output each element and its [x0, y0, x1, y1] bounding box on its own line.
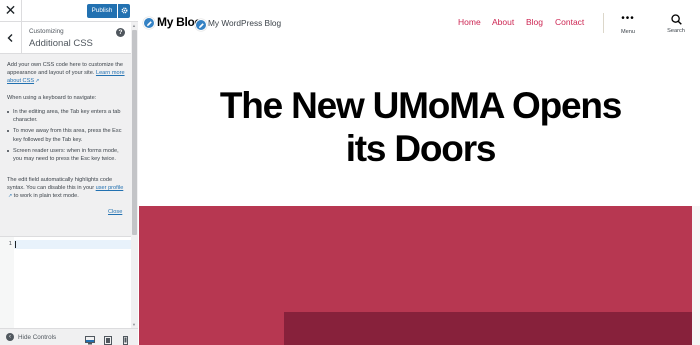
cover-inner-block	[284, 312, 692, 345]
hide-controls-icon[interactable]: ‹	[6, 333, 14, 341]
gear-icon	[121, 7, 127, 14]
search-label: Search	[667, 28, 685, 34]
nav-link-about[interactable]: About	[492, 17, 514, 27]
sidebar-scrollbar[interactable]: ▲ ▼	[131, 22, 138, 328]
post-title-line-1: The New UMoMA Opens	[219, 85, 623, 126]
syntax-highlight-note: The edit field automatically highlights …	[7, 176, 125, 201]
menu-toggle-button[interactable]: ••• Menu	[616, 13, 640, 36]
edit-tagline-button[interactable]	[195, 19, 207, 31]
scroll-up-arrow-icon[interactable]: ▲	[132, 23, 136, 28]
nav-link-blog[interactable]: Blog	[526, 17, 543, 27]
customizer-header: ✕ Publish	[0, 0, 138, 22]
back-button[interactable]	[0, 22, 22, 54]
desktop-preview-button[interactable]	[85, 332, 95, 345]
hide-controls-button[interactable]: Hide Controls	[18, 334, 56, 341]
text-cursor	[15, 241, 16, 248]
nav-divider	[603, 13, 604, 33]
search-icon	[670, 14, 682, 25]
close-icon[interactable]: ✕	[0, 0, 22, 22]
publish-button[interactable]: Publish	[87, 4, 117, 18]
customizer-footer: ‹ Hide Controls	[0, 328, 138, 345]
more-dots-icon: •••	[621, 13, 635, 24]
menu-label: Menu	[621, 29, 635, 35]
pencil-icon	[146, 21, 152, 26]
mobile-icon	[123, 336, 128, 345]
cover-image-block	[139, 206, 692, 345]
css-code-editor[interactable]: 1	[0, 236, 131, 329]
list-item: Screen reader users: when in forms mode,…	[7, 147, 125, 163]
scroll-down-arrow-icon[interactable]: ▼	[132, 322, 136, 327]
post-title-line-2: its Doors	[345, 128, 497, 169]
nav-link-home[interactable]: Home	[458, 17, 481, 27]
preview-edge	[692, 206, 700, 345]
section-title: Additional CSS	[29, 38, 93, 49]
site-preview: My Blog My WordPress Blog Home About Blo…	[139, 0, 700, 345]
site-tagline: My WordPress Blog	[208, 18, 282, 28]
external-link-icon: ↗	[35, 78, 40, 85]
css-description: Add your own CSS code here to customize …	[7, 61, 125, 86]
syntax-note-suffix: to work in plain text mode.	[13, 193, 79, 200]
external-link-icon: ↗	[8, 193, 13, 200]
user-profile-link[interactable]: user profile	[96, 185, 124, 191]
edit-site-title-button[interactable]	[143, 17, 155, 29]
close-help-link[interactable]: Close	[108, 209, 122, 215]
search-toggle-button[interactable]: Search	[665, 14, 687, 34]
line-number-gutter	[0, 237, 14, 329]
nav-link-contact[interactable]: Contact	[555, 17, 584, 27]
keyboard-nav-heading: When using a keyboard to navigate:	[7, 95, 97, 101]
customizing-label: Customizing	[29, 28, 64, 35]
keyboard-tips-list: In the editing area, the Tab key enters …	[7, 108, 125, 166]
chevron-left-icon	[7, 34, 13, 42]
desktop-icon	[85, 336, 95, 345]
section-header: Customizing Additional CSS ?	[0, 22, 131, 54]
active-line-highlight	[14, 240, 131, 249]
question-icon[interactable]: ?	[116, 28, 125, 37]
tablet-preview-button[interactable]	[104, 332, 114, 345]
mobile-preview-button[interactable]	[123, 332, 133, 345]
tablet-icon	[104, 336, 112, 345]
post-title[interactable]: The New UMoMA Opens its Doors	[169, 84, 672, 170]
publish-settings-button[interactable]	[118, 4, 130, 18]
list-item: In the editing area, the Tab key enters …	[7, 108, 125, 124]
pencil-icon	[198, 23, 204, 28]
line-number: 1	[8, 241, 12, 247]
scrollbar-thumb[interactable]	[132, 30, 137, 235]
customizer-sidebar: ✕ Publish Customizing Additional CSS ? A…	[0, 0, 138, 345]
list-item: To move away from this area, press the E…	[7, 127, 125, 143]
